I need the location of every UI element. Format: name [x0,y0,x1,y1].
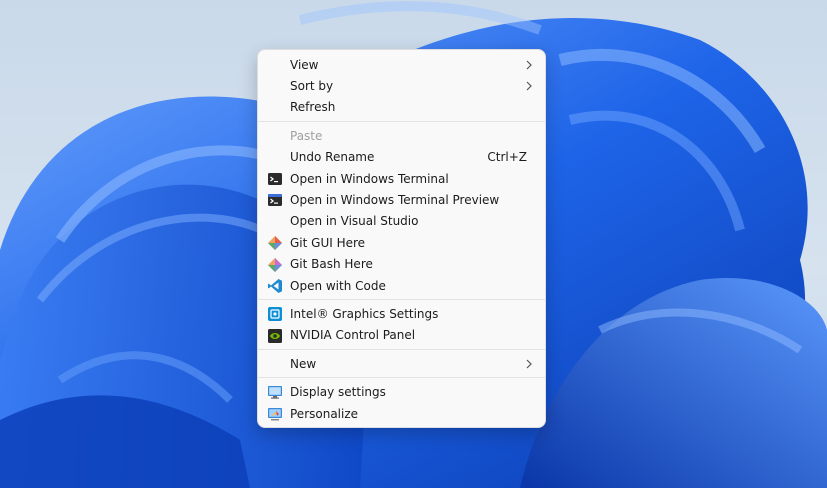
menu-item-label: Open with Code [290,278,386,293]
menu-item-label: Open in Windows Terminal [290,171,449,186]
terminal-icon [268,172,282,185]
menu-item-open-visual-studio[interactable]: Open in Visual Studio [258,211,545,232]
menu-item-label: Sort by [290,79,334,94]
menu-item-shortcut: Ctrl+Z [487,150,527,165]
menu-item-personalize[interactable]: Personalize [258,403,545,424]
menu-item-git-bash-here[interactable]: Git Bash Here [258,254,545,275]
menu-item-new[interactable]: New [258,353,545,374]
menu-item-label: Refresh [290,100,336,115]
chevron-right-icon [526,60,532,70]
menu-separator [258,121,545,123]
intel-graphics-icon [268,307,282,322]
desktop-context-menu: View Sort by Refresh Paste Undo Rename C… [257,49,546,428]
menu-item-label: Open in Visual Studio [290,214,419,229]
menu-item-open-with-code[interactable]: Open with Code [258,275,545,296]
menu-item-open-windows-terminal[interactable]: Open in Windows Terminal [258,168,545,189]
menu-item-label: Personalize [290,406,359,421]
menu-item-label: NVIDIA Control Panel [290,328,416,343]
menu-item-label: Undo Rename [290,150,375,165]
menu-item-git-gui-here[interactable]: Git GUI Here [258,232,545,253]
menu-item-open-windows-terminal-preview[interactable]: Open in Windows Terminal Preview [258,189,545,210]
chevron-right-icon [526,81,532,91]
menu-item-sort-by[interactable]: Sort by [258,75,545,96]
nvidia-icon [268,328,282,343]
display-settings-icon [268,386,282,400]
menu-separator [258,299,545,301]
menu-item-label: Intel® Graphics Settings [290,306,439,321]
git-gui-icon [268,236,282,251]
personalize-icon [268,407,282,421]
menu-item-label: View [290,57,319,72]
menu-item-label: Git Bash Here [290,257,373,272]
menu-separator [258,377,545,379]
menu-item-label: New [290,356,317,371]
git-bash-icon [268,257,282,272]
menu-item-undo-rename[interactable]: Undo Rename Ctrl+Z [258,147,545,168]
terminal-preview-icon [268,194,282,207]
menu-item-paste[interactable]: Paste [258,125,545,146]
menu-separator [258,349,545,351]
menu-item-intel-graphics-settings[interactable]: Intel® Graphics Settings [258,303,545,324]
menu-item-refresh[interactable]: Refresh [258,97,545,118]
menu-item-view[interactable]: View [258,54,545,75]
chevron-right-icon [526,359,532,369]
menu-item-label: Git GUI Here [290,235,366,250]
vscode-icon [268,278,282,293]
desktop[interactable]: View Sort by Refresh Paste Undo Rename C… [0,0,827,488]
menu-item-display-settings[interactable]: Display settings [258,381,545,402]
menu-item-label: Paste [290,128,323,143]
menu-item-nvidia-control-panel[interactable]: NVIDIA Control Panel [258,325,545,346]
menu-item-label: Display settings [290,385,386,400]
menu-item-label: Open in Windows Terminal Preview [290,193,500,208]
